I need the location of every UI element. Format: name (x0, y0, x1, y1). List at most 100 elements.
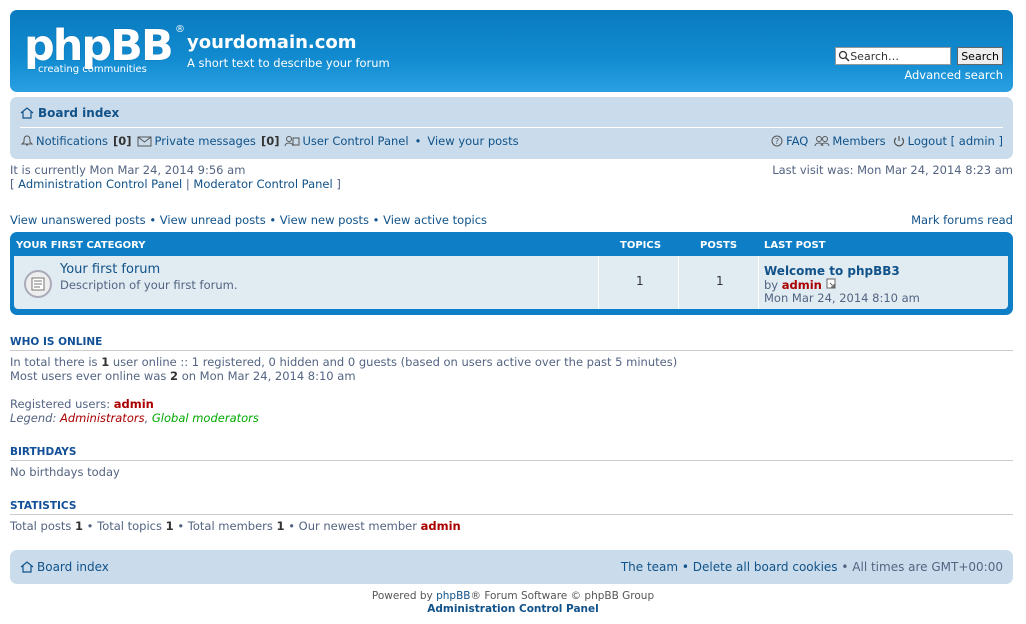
acp-link[interactable]: Administration Control Panel (18, 177, 182, 191)
search-button[interactable]: Search (957, 47, 1003, 65)
col-topics-header: TOPICS (620, 240, 662, 251)
breadcrumb: Board index (20, 106, 119, 120)
phpbb-link[interactable]: phpBB (436, 590, 470, 602)
statistics-title: STATISTICS (10, 500, 77, 512)
search-box: Search… Search (835, 47, 1003, 65)
members-link[interactable]: Members (832, 134, 885, 148)
site-title[interactable]: yourdomain.com (187, 32, 357, 53)
search-placeholder: Search… (850, 49, 899, 63)
navbar-right-links: ? FAQ Members Logout [ admin ] (770, 134, 1003, 148)
bracket-open: [ (10, 177, 19, 191)
newest-member-link[interactable]: admin (421, 519, 461, 533)
registered-users-line: Registered users: admin (10, 397, 259, 411)
last-visit: Last visit was: Mon Mar 24, 2014 8:23 am (772, 163, 1013, 177)
online-stats: In total there is 1 user online :: 1 reg… (10, 355, 677, 383)
posts-count: 1 (716, 274, 724, 288)
bracket-close: ] (332, 177, 341, 191)
new-posts-link[interactable]: View new posts (280, 213, 369, 227)
logo-registered-mark: ® (175, 24, 185, 35)
total-topics-label: Total topics (97, 519, 166, 533)
unread-posts-link[interactable]: View unread posts (160, 213, 266, 227)
last-post-title-link[interactable]: Welcome to phpBB3 (764, 264, 900, 278)
legend-line: Legend: Administrators, Global moderator… (10, 411, 259, 425)
navbar: Board index Notifications [0] Private me… (10, 97, 1013, 159)
forum-description: Description of your first forum. (60, 278, 238, 292)
phpbb-logo[interactable]: phpBB creating communities ® (24, 21, 185, 84)
pipe-separator: | (182, 177, 194, 191)
online-record: Most users ever online was 2 on Mon Mar … (10, 369, 677, 383)
section-divider (10, 514, 1013, 515)
current-time: It is currently Mon Mar 24, 2014 9:56 am (10, 163, 246, 177)
navbar-user-links: Notifications [0] Private messages [0] U… (20, 134, 519, 148)
topics-cell: 1 (598, 256, 679, 309)
last-post-user-link[interactable]: admin (782, 278, 822, 292)
registered-users-label: Registered users: (10, 397, 114, 411)
mark-forums-read-link[interactable]: Mark forums read (911, 213, 1013, 227)
footer-navbar: Board index The team • Delete all board … (10, 550, 1013, 584)
ucp-link[interactable]: User Control Panel (302, 134, 408, 148)
control-panel-links: [ Administration Control Panel | Moderat… (10, 177, 341, 191)
online-total-prefix: In total there is (10, 355, 102, 369)
team-link[interactable]: The team (621, 560, 678, 574)
logout-link[interactable]: Logout [ admin ] (908, 134, 1003, 148)
category-header: YOUR FIRST CATEGORY TOPICS POSTS LAST PO… (10, 232, 1013, 256)
online-record-number: 2 (170, 369, 179, 383)
home-icon (20, 561, 34, 573)
advanced-search-link[interactable]: Advanced search (904, 68, 1003, 82)
category-name[interactable]: YOUR FIRST CATEGORY (16, 240, 146, 251)
bell-icon (20, 135, 34, 146)
last-post-by-label: by (764, 278, 779, 292)
private-messages-link[interactable]: Private messages (155, 134, 256, 148)
unanswered-posts-link[interactable]: View unanswered posts (10, 213, 146, 227)
svg-text:?: ? (775, 137, 779, 146)
footer-links: The team • Delete all board cookies • Al… (620, 560, 1003, 574)
site-header: phpBB creating communities ® yourdomain.… (10, 10, 1013, 92)
online-total-suffix: user online :: 1 registered, 0 hidden an… (109, 355, 678, 369)
view-latest-post-icon[interactable] (826, 278, 837, 289)
board-info: It is currently Mon Mar 24, 2014 9:56 am… (10, 163, 341, 191)
online-record-suffix: on Mon Mar 24, 2014 8:10 am (178, 369, 356, 383)
legend-global-moderators-link[interactable]: Global moderators (152, 411, 259, 425)
footer-board-index-link[interactable]: Board index (37, 560, 109, 574)
search-icon (839, 50, 850, 62)
envelope-icon (137, 136, 151, 147)
delete-cookies-link[interactable]: Delete all board cookies (693, 560, 838, 574)
notifications-count: [0] (112, 134, 132, 148)
forum-category: YOUR FIRST CATEGORY TOPICS POSTS LAST PO… (10, 232, 1013, 315)
posts-cell: 1 (678, 256, 759, 309)
logo-subtitle: creating communities (38, 64, 147, 75)
topics-count: 1 (636, 274, 644, 288)
forum-title[interactable]: Your first forum (60, 262, 160, 277)
active-topics-link[interactable]: View active topics (383, 213, 487, 227)
search-input[interactable]: Search… (835, 47, 952, 65)
question-icon: ? (771, 135, 783, 147)
users-icon (284, 136, 300, 147)
total-posts-value: 1 (75, 519, 84, 533)
legend-administrators-link[interactable]: Administrators (60, 411, 145, 425)
birthdays-title: BIRTHDAYS (10, 446, 77, 458)
online-record-prefix: Most users ever online was (10, 369, 171, 383)
registered-user-admin-link[interactable]: admin (114, 397, 154, 411)
total-topics-value: 1 (165, 519, 174, 533)
powered-by-prefix: Powered by (371, 590, 437, 602)
section-divider (10, 460, 1013, 461)
col-last-post-header: LAST POST (764, 240, 826, 251)
logo-text: phpBB (24, 21, 174, 71)
section-divider (10, 350, 1013, 351)
board-index-link[interactable]: Board index (38, 106, 119, 120)
pm-count: [0] (260, 134, 280, 148)
newest-member-label: Our newest member (298, 519, 421, 533)
powered-by: Powered by phpBB® Forum Software © phpBB… (0, 590, 1026, 602)
statistics-text: Total posts 1 • Total topics 1 • Total m… (10, 519, 461, 533)
timezone-text: • All times are GMT+00:00 (841, 560, 1003, 574)
notifications-link[interactable]: Notifications (36, 134, 108, 148)
view-posts-link[interactable]: View your posts (427, 134, 518, 148)
mcp-link[interactable]: Moderator Control Panel (193, 177, 332, 191)
who-is-online-title[interactable]: WHO IS ONLINE (10, 336, 102, 348)
forum-read-icon (24, 270, 52, 298)
separator-bullet: • (414, 134, 422, 148)
search-links: View unanswered posts • View unread post… (10, 213, 488, 227)
navbar-divider (20, 127, 1003, 128)
footer-acp-link[interactable]: Administration Control Panel (0, 603, 1026, 615)
faq-link[interactable]: FAQ (786, 134, 808, 148)
